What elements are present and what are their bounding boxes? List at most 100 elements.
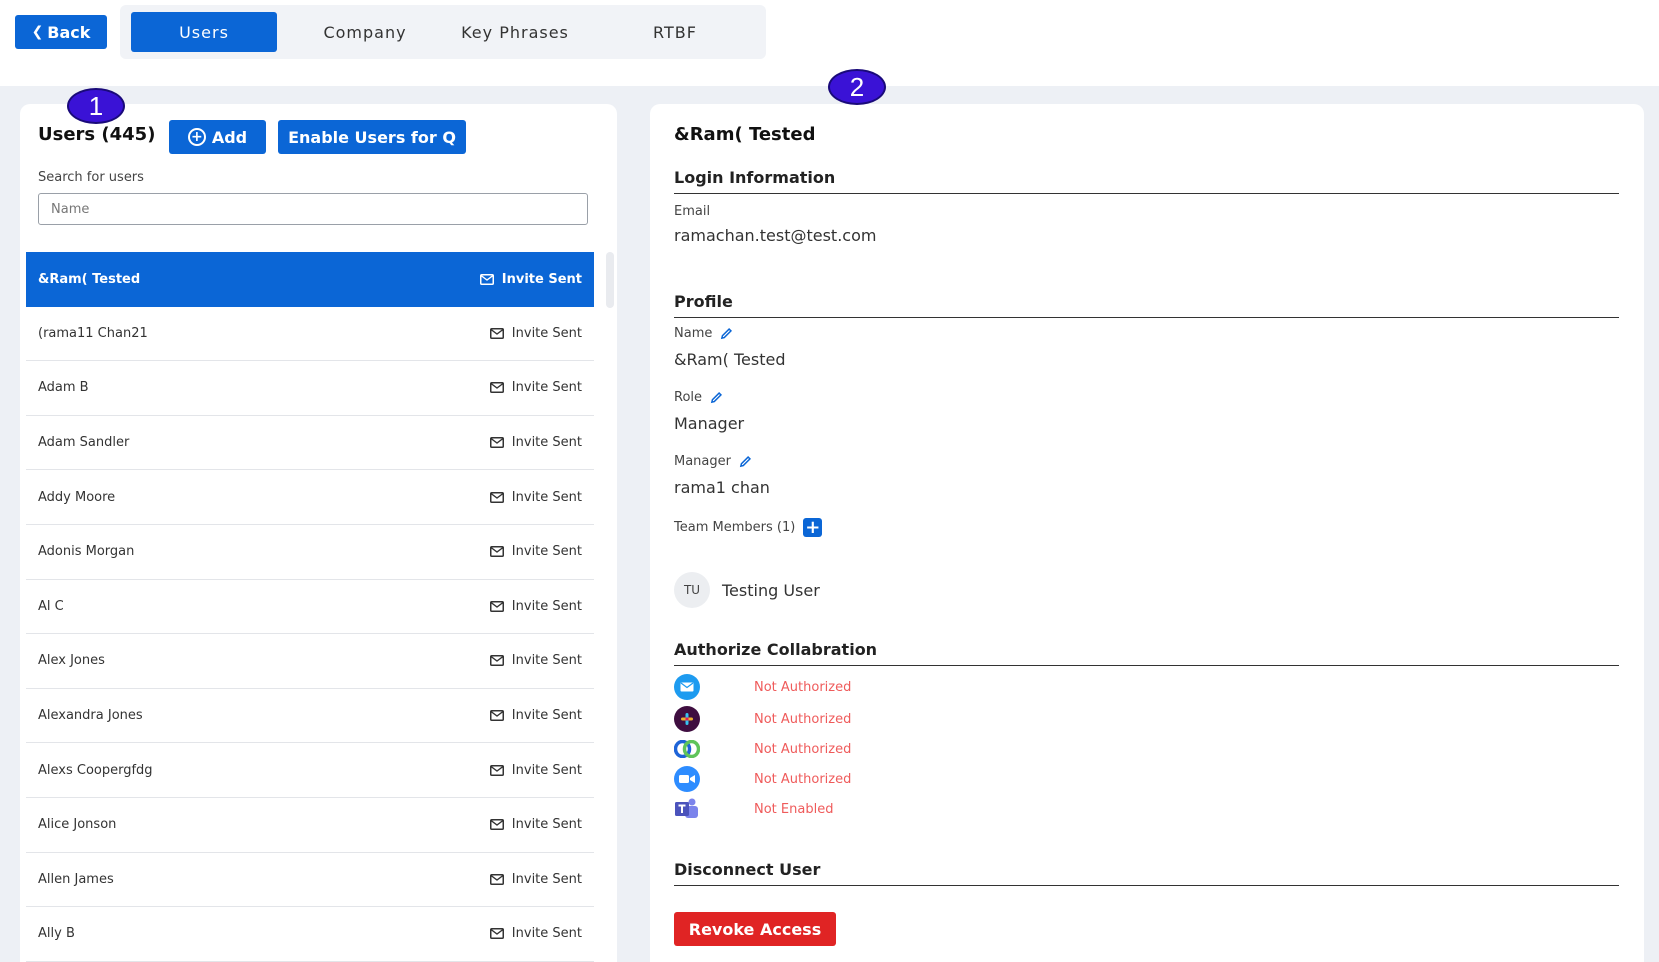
invite-status-label: Invite Sent [511,489,582,505]
team-members-label: Team Members (1) [674,520,796,535]
edit-manager-icon[interactable] [739,455,752,468]
webex-icon [674,736,700,762]
user-list-item[interactable]: Alexandra Jones Invite Sent [26,689,594,744]
collab-status-teams: Not Enabled [754,801,834,817]
user-name: Addy Moore [38,489,116,505]
user-list: &Ram( Tested Invite Sent (rama11 Chan21 Inv… [26,252,594,962]
user-name: Alice Jonson [38,817,117,833]
email-icon [674,674,700,700]
add-team-member-icon[interactable]: + [803,518,823,537]
collab-status-slack: Not Authorized [754,711,852,727]
invite-status-label: Invite Sent [511,708,582,724]
collab-status-zoom: Not Authorized [754,771,852,787]
invite-status: Invite Sent [489,435,582,451]
user-list-item[interactable]: Adam B Invite Sent [26,361,594,416]
login-section-heading: Login Information [674,168,1619,194]
team-members-label-row: Team Members (1) + [674,518,823,537]
chevron-left-icon: ❮ [31,24,44,40]
add-user-button[interactable]: + Add [169,120,266,154]
search-label: Search for users [38,170,144,185]
user-list-item[interactable]: Alice Jonson Invite Sent [26,798,594,853]
back-label: Back [47,22,91,42]
invite-status: Invite Sent [489,544,582,560]
invite-status: Invite Sent [489,871,582,887]
edit-role-icon[interactable] [710,391,723,404]
mail-icon [489,382,504,394]
mail-icon [489,600,504,612]
detail-title: &Ram( Tested [674,124,816,145]
name-value: &Ram( Tested [674,350,786,369]
user-list-item[interactable]: Alexs Coopergfdg Invite Sent [26,743,594,798]
user-list-item[interactable]: Adam Sandler Invite Sent [26,416,594,471]
list-scrollbar[interactable] [606,252,614,308]
name-label: Name [674,326,713,341]
invite-status-label: Invite Sent [511,871,582,887]
user-list-item[interactable]: Adonis Morgan Invite Sent [26,525,594,580]
invite-status-label: Invite Sent [511,762,582,778]
invite-status-label: Invite Sent [511,544,582,560]
revoke-access-button[interactable]: Revoke Access [674,912,836,946]
user-name: Alex Jones [38,653,105,669]
invite-status-label: Invite Sent [511,435,582,451]
mail-icon [489,928,504,940]
user-list-item[interactable]: Al C Invite Sent [26,580,594,635]
invite-status-label: Invite Sent [511,926,582,942]
plus-circle-icon: + [187,128,206,146]
invite-status: Invite Sent [489,489,582,505]
mail-icon [489,327,504,339]
email-label: Email [674,204,711,219]
add-label: Add [211,127,248,147]
users-panel: Users (445) + Add Enable Users for Q Sea… [20,104,617,962]
name-field-label: Name [674,326,733,341]
user-name: Alexs Coopergfdg [38,762,153,778]
collab-row-email: Not Authorized [674,674,851,700]
tab-rtbf[interactable]: RTBF [600,12,750,52]
tab-bar: Users Company Key Phrases RTBF [120,5,766,59]
invite-status: Invite Sent [489,762,582,778]
collab-row-teams: Not Enabled [674,796,833,822]
user-list-item[interactable]: Ally B Invite Sent [26,907,594,962]
tab-company[interactable]: Company [290,12,440,52]
mail-icon [489,873,504,885]
disconnect-section-heading: Disconnect User [674,860,1619,886]
user-list-item[interactable]: &Ram( Tested Invite Sent [26,252,594,307]
tab-key-phrases[interactable]: Key Phrases [440,12,590,52]
zoom-icon [674,766,700,792]
invite-status-label: Invite Sent [511,598,582,614]
search-input[interactable] [38,193,588,225]
collab-section-heading: Authorize Collabration [674,640,1619,666]
user-list-item[interactable]: (rama11 Chan21 Invite Sent [26,307,594,362]
user-name: Ally B [38,926,75,942]
mail-icon [489,710,504,722]
collab-row-slack: Not Authorized [674,706,851,732]
role-field-label: Role [674,390,723,405]
role-value: Manager [674,414,745,433]
mail-icon [489,437,504,449]
enable-users-button[interactable]: Enable Users for Q [278,120,466,154]
back-button[interactable]: ❮ Back [15,15,107,49]
manager-field-label: Manager [674,454,752,469]
user-detail-panel: &Ram( Tested Login Information Email ram… [650,104,1644,962]
user-name: &Ram( Tested [38,271,141,287]
team-member-name: Testing User [722,581,820,600]
user-name: Allen James [38,871,114,887]
invite-status-label: Invite Sent [501,271,582,287]
tab-users[interactable]: Users [131,12,277,52]
invite-status: Invite Sent [489,817,582,833]
user-name: Alexandra Jones [38,708,143,724]
collab-status-webex: Not Authorized [754,741,852,757]
user-name: Adonis Morgan [38,544,135,560]
manager-label: Manager [674,454,731,469]
user-name: (rama11 Chan21 [38,325,148,341]
invite-status-label: Invite Sent [511,817,582,833]
slack-icon [674,706,700,732]
mail-icon [489,655,504,667]
user-list-item[interactable]: Allen James Invite Sent [26,853,594,908]
collab-status-email: Not Authorized [754,679,852,695]
invite-status: Invite Sent [489,708,582,724]
user-list-item[interactable]: Addy Moore Invite Sent [26,470,594,525]
mail-icon [489,546,504,558]
avatar: TU [674,572,710,608]
edit-name-icon[interactable] [720,327,733,340]
user-list-item[interactable]: Alex Jones Invite Sent [26,634,594,689]
